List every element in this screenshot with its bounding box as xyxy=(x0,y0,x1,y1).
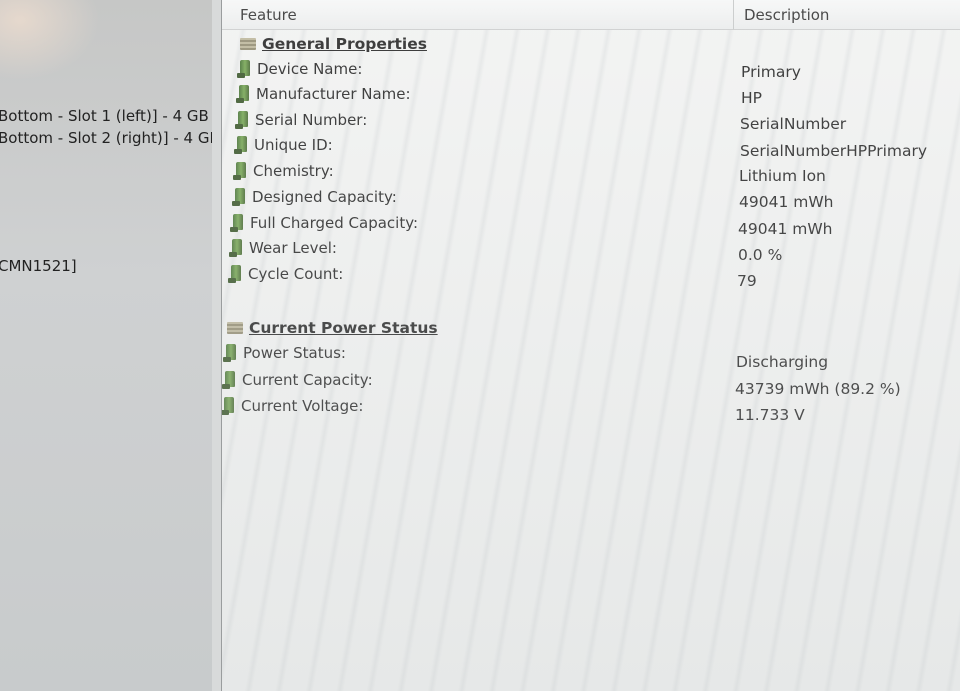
feature-label: Chemistry: xyxy=(253,162,334,180)
section-current-power-status[interactable]: Current Power Status xyxy=(227,316,438,340)
section-icon xyxy=(240,38,256,50)
feature-label: Power Status: xyxy=(243,344,346,362)
value-current-voltage: 11.733 V xyxy=(735,406,805,424)
row-designed-capacity[interactable]: Designed Capacity: xyxy=(232,185,397,209)
row-current-capacity[interactable]: Current Capacity: xyxy=(222,368,373,392)
column-header-feature[interactable]: Feature xyxy=(222,0,734,30)
row-chemistry[interactable]: Chemistry: xyxy=(233,159,334,183)
feature-label: Current Capacity: xyxy=(242,371,373,389)
row-cycle-count[interactable]: Cycle Count: xyxy=(228,262,344,286)
feature-label: Cycle Count: xyxy=(248,265,344,283)
battery-icon xyxy=(236,85,249,103)
feature-label: Current Voltage: xyxy=(241,397,364,415)
section-title: General Properties xyxy=(262,35,427,53)
details-pane: Feature Description General Properties D… xyxy=(222,0,960,691)
value-unique-id: SerialNumberHPPrimary xyxy=(740,142,928,160)
feature-label: Unique ID: xyxy=(254,136,333,154)
row-wear-level[interactable]: Wear Level: xyxy=(229,236,337,260)
value-designed-capacity: 49041 mWh xyxy=(739,193,834,211)
row-unique-id[interactable]: Unique ID: xyxy=(234,133,333,157)
value-current-capacity: 43739 mWh (89.2 %) xyxy=(735,380,901,398)
feature-label: Serial Number: xyxy=(255,111,368,129)
value-full-charged-capacity: 49041 mWh xyxy=(738,220,833,238)
row-current-voltage[interactable]: Current Voltage: xyxy=(222,394,364,418)
row-power-status[interactable]: Power Status: xyxy=(223,341,346,365)
battery-icon xyxy=(222,371,235,389)
row-serial-number[interactable]: Serial Number: xyxy=(235,108,368,132)
value-device-name: Primary xyxy=(741,63,801,81)
battery-icon xyxy=(234,136,247,154)
memory-slot-2-item[interactable]: Bottom - Slot 2 (right)] - 4 GB PC xyxy=(0,129,212,147)
row-manufacturer-name[interactable]: Manufacturer Name: xyxy=(236,82,411,106)
section-title: Current Power Status xyxy=(249,319,438,337)
battery-icon xyxy=(233,162,246,180)
value-cycle-count: 79 xyxy=(737,272,757,290)
screen-glare xyxy=(0,0,100,80)
value-serial-number: SerialNumber xyxy=(740,115,847,133)
battery-icon xyxy=(229,239,242,257)
feature-label: Wear Level: xyxy=(249,239,337,257)
row-full-charged-capacity[interactable]: Full Charged Capacity: xyxy=(230,211,419,235)
value-manufacturer-name: HP xyxy=(741,89,763,107)
value-chemistry: Lithium Ion xyxy=(739,167,826,185)
column-header-description[interactable]: Description xyxy=(734,0,960,30)
value-wear-level: 0.0 % xyxy=(738,246,783,264)
battery-icon xyxy=(223,344,236,362)
row-device-name[interactable]: Device Name: xyxy=(237,57,363,81)
feature-label: Full Charged Capacity: xyxy=(250,214,419,232)
value-power-status: Discharging xyxy=(736,353,829,371)
battery-icon xyxy=(222,397,234,415)
battery-icon xyxy=(235,111,248,129)
pane-splitter[interactable] xyxy=(212,0,222,691)
left-tree-pane: Bottom - Slot 1 (left)] - 4 GB PC4 Botto… xyxy=(0,0,213,691)
section-icon xyxy=(227,322,243,334)
tree-item-cmn1521[interactable]: CMN1521] xyxy=(0,257,77,275)
battery-icon xyxy=(230,214,243,232)
battery-icon xyxy=(237,60,250,78)
memory-slot-1-item[interactable]: Bottom - Slot 1 (left)] - 4 GB PC4 xyxy=(0,107,212,125)
feature-label: Device Name: xyxy=(257,60,363,78)
battery-icon xyxy=(232,188,245,206)
feature-label: Manufacturer Name: xyxy=(256,85,411,103)
battery-icon xyxy=(228,265,241,283)
feature-label: Designed Capacity: xyxy=(252,188,397,206)
section-general-properties[interactable]: General Properties xyxy=(240,32,427,56)
